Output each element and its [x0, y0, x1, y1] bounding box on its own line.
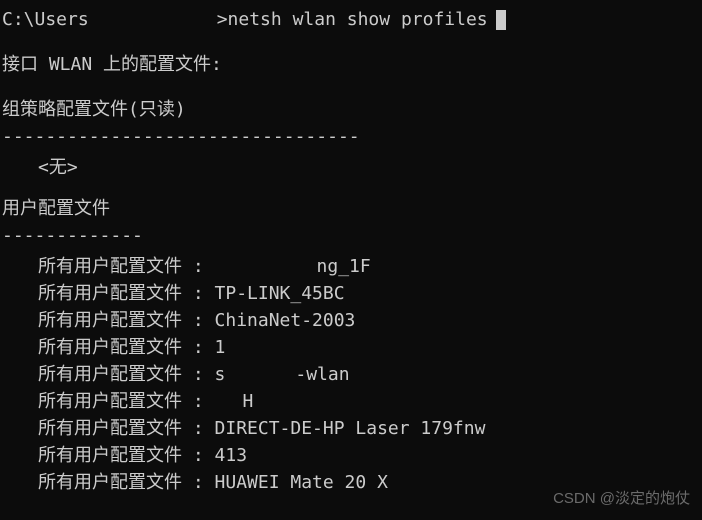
- profile-label: 所有用户配置文件 :: [38, 280, 215, 307]
- profile-value: HUAWEI Mate 20 X: [215, 469, 388, 496]
- profile-label: 所有用户配置文件 :: [38, 388, 215, 415]
- redacted-value: [215, 388, 243, 406]
- profile-row: 所有用户配置文件 : TP-LINK_45BC: [2, 280, 702, 307]
- profile-label: 所有用户配置文件 :: [38, 334, 215, 361]
- profile-row: 所有用户配置文件 : ng_1F: [2, 253, 702, 280]
- profile-value-suffix: ng_1F: [317, 253, 371, 280]
- profile-label: 所有用户配置文件 :: [38, 415, 215, 442]
- cursor: [496, 10, 506, 30]
- profile-value-suffix: H: [243, 388, 254, 415]
- redacted-username: [89, 11, 217, 29]
- profile-value: TP-LINK_45BC: [215, 280, 345, 307]
- group-policy-title: 组策略配置文件(只读): [2, 96, 702, 123]
- command-prompt-line: C:\Users > netsh wlan show profiles: [2, 6, 702, 33]
- profile-value: DIRECT-DE-HP Laser 179fnw: [215, 415, 486, 442]
- profile-label: 所有用户配置文件 :: [38, 361, 215, 388]
- profile-value-prefix: s: [215, 361, 226, 388]
- profile-row: 所有用户配置文件 : H: [2, 388, 702, 415]
- profile-label: 所有用户配置文件 :: [38, 307, 215, 334]
- command-text[interactable]: netsh wlan show profiles: [228, 6, 488, 33]
- redacted-value: [215, 253, 317, 271]
- watermark: CSDN @淡定的炮仗: [553, 488, 690, 511]
- profile-row: 所有用户配置文件 : DIRECT-DE-HP Laser 179fnw: [2, 415, 702, 442]
- divider: -------------: [2, 222, 702, 249]
- profile-value-suffix: -wlan: [295, 361, 349, 388]
- profile-row: 所有用户配置文件 : s -wlan: [2, 361, 702, 388]
- profiles-list: 所有用户配置文件 : ng_1F所有用户配置文件 : TP-LINK_45BC所…: [2, 253, 702, 496]
- user-profiles-title: 用户配置文件: [2, 195, 702, 222]
- redacted-value: [225, 361, 295, 379]
- profile-row: 所有用户配置文件 : 1: [2, 334, 702, 361]
- profile-value: 1: [215, 334, 226, 361]
- divider: ---------------------------------: [2, 123, 702, 150]
- profile-label: 所有用户配置文件 :: [38, 253, 215, 280]
- profile-value: 413: [215, 442, 248, 469]
- profile-label: 所有用户配置文件 :: [38, 469, 215, 496]
- group-policy-none: <无>: [2, 154, 702, 181]
- prompt-prefix: C:\Users: [2, 6, 89, 33]
- profile-value: ChinaNet-2003: [215, 307, 356, 334]
- interface-header: 接口 WLAN 上的配置文件:: [2, 51, 702, 78]
- profile-row: 所有用户配置文件 : 413: [2, 442, 702, 469]
- prompt-suffix: >: [217, 6, 228, 33]
- profile-row: 所有用户配置文件 : ChinaNet-2003: [2, 307, 702, 334]
- profile-label: 所有用户配置文件 :: [38, 442, 215, 469]
